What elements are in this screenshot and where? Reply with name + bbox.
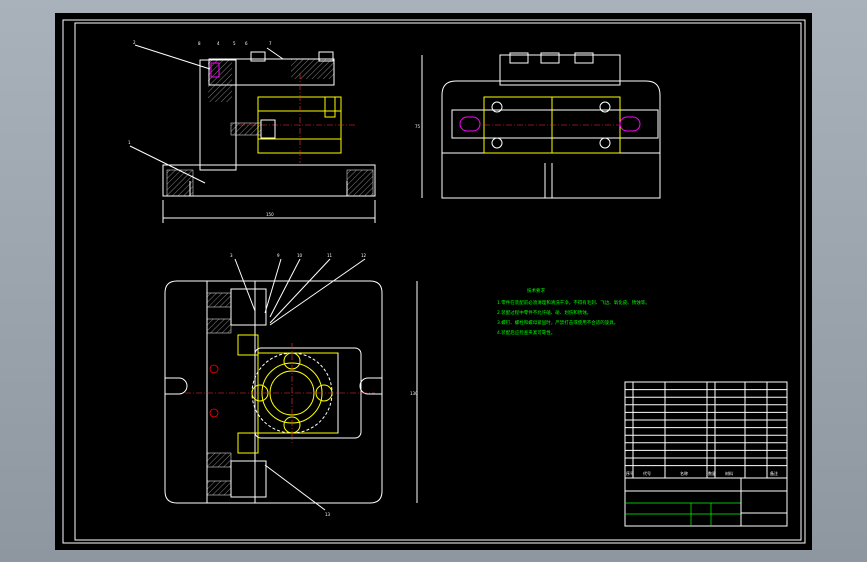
callout-6: 6	[245, 41, 248, 46]
dim-height-plan: 130	[410, 391, 418, 396]
cad-viewer[interactable]: 150 2 8 4 5 6 7 1 75 3 9 10 11 12 13 130…	[0, 0, 867, 562]
callout-7: 7	[269, 41, 272, 46]
bom-col-no: 序号	[626, 470, 634, 476]
callout-5: 5	[233, 41, 236, 46]
callout-2: 2	[133, 40, 136, 45]
bom-col-code: 代号	[643, 470, 651, 476]
callout-8: 8	[198, 41, 201, 46]
callout-13: 13	[325, 512, 331, 517]
plan-view: 3 9 10 11 12 13 130	[164, 253, 418, 517]
callout-9: 9	[277, 253, 280, 258]
drawing-sheet: 150 2 8 4 5 6 7 1 75 3 9 10 11 12 13 130…	[55, 13, 812, 550]
notes-line-2: 2.装配过程中零件不允许磕、碰、划伤和锈蚀。	[497, 309, 591, 316]
bom-col-qty: 数量	[708, 470, 716, 476]
dim-height-side: 75	[415, 124, 421, 129]
callout-11: 11	[327, 253, 333, 258]
notes-line-4: 4.装配后应检查夹紧可靠性。	[497, 329, 555, 336]
bom-col-material: 材料	[725, 470, 733, 476]
notes-line-3: 3.螺钉、螺栓和螺母紧固时，严禁打击或使用不合适的旋具。	[497, 319, 618, 326]
notes-title: 技术要求	[527, 287, 545, 294]
front-section-view: 150 2 8 4 5 6 7 1	[128, 40, 376, 223]
bom-col-name: 名称	[680, 470, 688, 476]
callout-4: 4	[217, 41, 220, 46]
bom-col-remark: 备注	[770, 470, 778, 476]
callout-12: 12	[361, 253, 367, 258]
technical-notes: 技术要求 1.零件在装配前必须清理和清洗干净，不得有毛刺、飞边、氧化皮、锈蚀等。…	[497, 287, 650, 336]
dim-width-label: 150	[266, 212, 274, 217]
callout-1: 1	[128, 140, 131, 145]
bom-table: 序号 代号 名称 数量 材料 备注	[624, 381, 788, 479]
callout-10: 10	[297, 253, 303, 258]
callout-3: 3	[230, 253, 233, 258]
fixture-drawing: 150 2 8 4 5 6 7 1 75 3 9 10 11 12 13 130…	[62, 19, 806, 544]
notes-line-1: 1.零件在装配前必须清理和清洗干净，不得有毛刺、飞边、氧化皮、锈蚀等。	[497, 299, 650, 306]
title-block	[624, 477, 788, 527]
side-view: 75	[415, 52, 661, 199]
